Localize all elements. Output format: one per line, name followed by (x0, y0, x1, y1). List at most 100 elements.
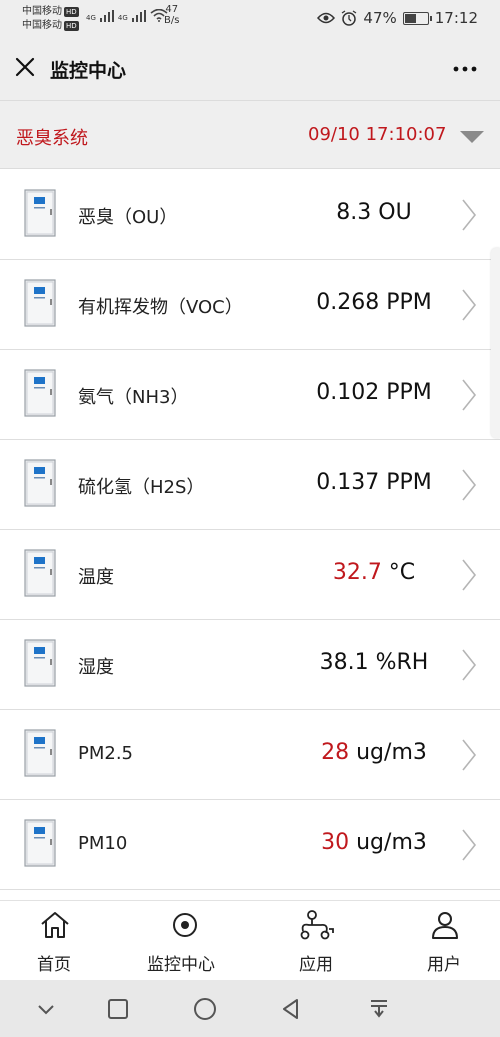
recents-square-icon[interactable] (105, 996, 131, 1022)
readings-list: 恶臭（OU） 8.3 OU 有机挥发物（VOC） 0.268 PPM 氨气（NH3） 0.… (0, 170, 500, 892)
reading-label: 恶臭（OU） (78, 207, 178, 228)
carrier-line-2: 中国移动 HD (22, 19, 79, 33)
status-right: 47% 17:12 (317, 9, 478, 27)
alarm-icon (342, 10, 357, 26)
reading-value: 0.102 PPM (300, 380, 448, 405)
reading-row[interactable]: 湿度 38.1 %RH (0, 620, 500, 710)
reading-value: 38.1 %RH (300, 650, 448, 675)
hd-badge-2: HD (64, 21, 79, 31)
device-cabinet-icon (24, 639, 56, 687)
reading-row[interactable]: 温度 32.7 °C (0, 530, 500, 620)
target-icon (173, 913, 197, 937)
reading-number: 0.137 (316, 470, 380, 495)
close-icon[interactable] (13, 55, 37, 79)
chevron-right-icon (462, 289, 477, 321)
reading-value: 32.7 °C (300, 560, 448, 585)
triangle-down-icon[interactable] (459, 130, 485, 144)
net-type-label-2: 4G (117, 14, 128, 22)
device-cabinet-icon (24, 279, 56, 327)
hd-badge-1: HD (64, 7, 79, 17)
network-speed-unit: B/s (164, 15, 180, 26)
nav-monitor-label: 监控中心 (147, 955, 215, 975)
home-circle-icon[interactable] (192, 996, 218, 1022)
signal-icon-2 (131, 10, 146, 22)
reading-unit: %RH (368, 650, 429, 675)
device-cabinet-icon (24, 189, 56, 237)
nav-user[interactable]: 用户 (410, 901, 480, 981)
page-title: 监控中心 (50, 60, 127, 82)
device-cabinet-icon (24, 819, 56, 867)
reading-number: 28 (321, 740, 350, 765)
chevron-right-icon (462, 829, 477, 861)
reading-row[interactable]: PM10 30 ug/m3 (0, 800, 500, 890)
clock: 17:12 (434, 9, 478, 27)
carrier-name-1: 中国移动 (22, 6, 62, 17)
reading-value: 0.137 PPM (300, 470, 448, 495)
house-icon (41, 912, 69, 938)
user-icon (432, 912, 458, 939)
system-selector[interactable]: 恶臭系统 09/10 17:10:07 (0, 100, 500, 169)
status-bar: 中国移动 HD 中国移动 HD 4G 4G 47 B/s 47% 17:12 (0, 0, 500, 38)
reading-value: 8.3 OU (300, 200, 448, 225)
reading-unit: PPM (379, 470, 432, 495)
device-cabinet-icon (24, 549, 56, 597)
reading-value: 0.268 PPM (300, 290, 448, 315)
carrier-info: 中国移动 HD 中国移动 HD (22, 5, 79, 33)
eye-icon (317, 12, 336, 24)
reading-row[interactable]: PM2.5 28 ug/m3 (0, 710, 500, 800)
device-cabinet-icon (24, 459, 56, 507)
chevron-right-icon (462, 379, 477, 411)
nav-home-label: 首页 (37, 955, 71, 975)
nav-user-label: 用户 (427, 955, 461, 975)
nav-home[interactable]: 首页 (20, 901, 90, 981)
chevron-right-icon (462, 739, 477, 771)
reading-number: 0.268 (316, 290, 380, 315)
system-nav-bar (0, 980, 500, 1037)
scroll-indicator[interactable] (491, 248, 500, 438)
reading-label: PM2.5 (78, 743, 134, 764)
reading-label: 硫化氢（H2S） (78, 477, 205, 498)
system-name: 恶臭系统 (16, 128, 88, 149)
collapse-chevron-icon[interactable] (33, 996, 59, 1022)
reading-row[interactable]: 恶臭（OU） 8.3 OU (0, 170, 500, 260)
reading-label: 有机挥发物（VOC） (78, 297, 243, 318)
reading-unit: PPM (379, 290, 432, 315)
reading-number: 32.7 (332, 560, 382, 585)
reading-row[interactable]: 硫化氢（H2S） 0.137 PPM (0, 440, 500, 530)
update-timestamp: 09/10 17:10:07 (308, 124, 447, 145)
carrier-line-1: 中国移动 HD (22, 5, 79, 19)
nav-monitor[interactable]: 监控中心 (140, 901, 230, 981)
reading-unit: OU (371, 200, 412, 225)
nav-apps-label: 应用 (299, 955, 333, 975)
chevron-right-icon (462, 649, 477, 681)
battery-icon (402, 11, 432, 25)
more-icon[interactable] (452, 57, 478, 81)
notification-pull-icon[interactable] (366, 996, 392, 1022)
reading-number: 8.3 (336, 200, 372, 225)
reading-label: PM10 (78, 833, 128, 854)
reading-value: 30 ug/m3 (300, 830, 448, 855)
reading-number: 38.1 (319, 650, 369, 675)
nav-apps[interactable]: 应用 (282, 901, 352, 981)
chevron-right-icon (462, 199, 477, 231)
chevron-right-icon (462, 559, 477, 591)
reading-label: 湿度 (78, 657, 114, 678)
reading-label: 温度 (78, 567, 114, 588)
signal-icons: 4G 4G (86, 9, 168, 22)
chevron-right-icon (462, 469, 477, 501)
reading-row[interactable]: 有机挥发物（VOC） 0.268 PPM (0, 260, 500, 350)
reading-value: 28 ug/m3 (300, 740, 448, 765)
reading-unit: PPM (379, 380, 432, 405)
network-speed-value: 47 (165, 4, 179, 15)
reading-label: 氨气（NH3） (78, 387, 189, 408)
reading-number: 0.102 (316, 380, 380, 405)
device-cabinet-icon (24, 369, 56, 417)
reading-unit: ug/m3 (349, 740, 427, 765)
reading-number: 30 (321, 830, 350, 855)
reading-unit: ug/m3 (349, 830, 427, 855)
reading-row[interactable]: 氨气（NH3） 0.102 PPM (0, 350, 500, 440)
back-triangle-icon[interactable] (278, 996, 304, 1022)
reading-unit: °C (381, 560, 416, 585)
bottom-nav: 首页 监控中心 应用 用户 (0, 900, 500, 980)
network-speed: 47 B/s (164, 4, 179, 26)
